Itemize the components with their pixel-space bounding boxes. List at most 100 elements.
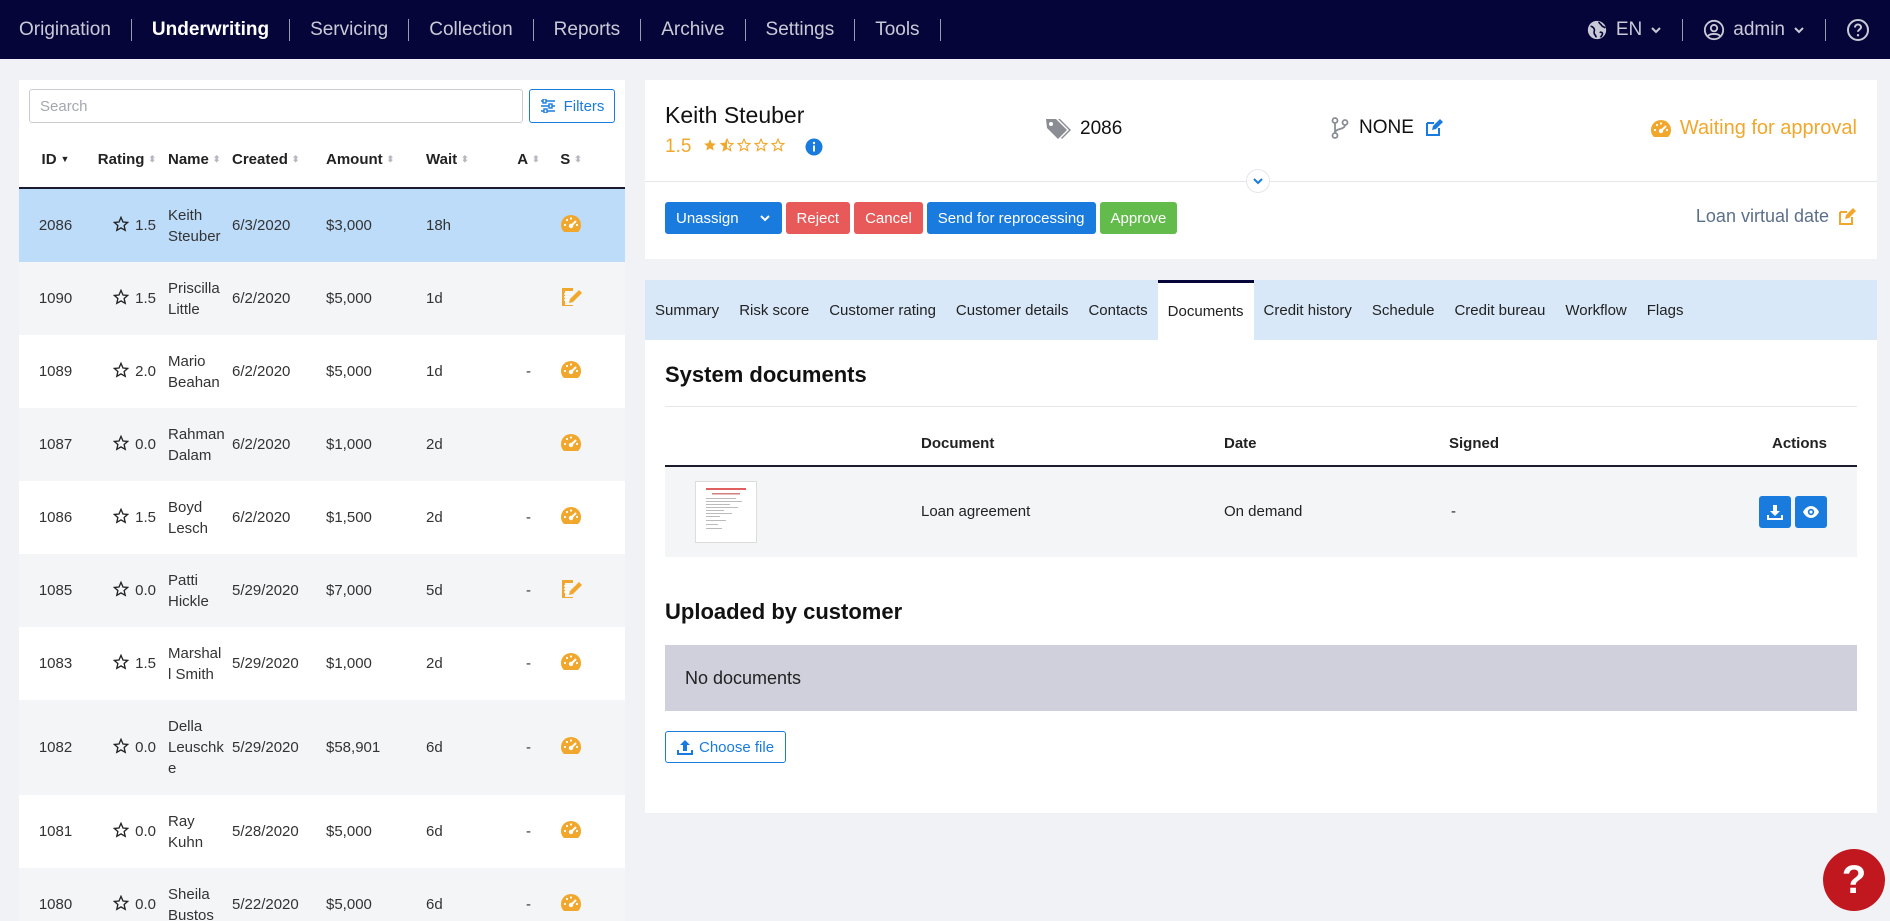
row-wait: 2d (426, 655, 443, 672)
tab-summary[interactable]: Summary (645, 280, 729, 340)
row-assignee: - (526, 823, 531, 840)
tab-risk-score[interactable]: Risk score (729, 280, 819, 340)
download-button[interactable] (1759, 496, 1791, 528)
row-name-line: Bustos (168, 906, 214, 921)
row-assignee: - (526, 655, 531, 672)
row-rating: 1.5 (92, 507, 156, 528)
row-status (551, 893, 591, 917)
nav-reports[interactable]: Reports (534, 18, 642, 41)
tab-flags[interactable]: Flags (1637, 280, 1694, 340)
table-row[interactable]: 1082 0.0 Della Leuschk e 5/29/2020 $58,901 6d - (19, 700, 625, 795)
nav-origination[interactable]: Origination (19, 18, 132, 41)
row-rating: 1.5 (92, 215, 156, 236)
info-icon[interactable] (805, 138, 823, 156)
nav-archive[interactable]: Archive (641, 18, 746, 41)
nav-underwriting[interactable]: Underwriting (132, 18, 291, 41)
table-row[interactable]: 1086 1.5 Boyd Lesch 6/2/2020 $1,500 2d - (19, 481, 625, 554)
tab-workflow[interactable]: Workflow (1555, 280, 1636, 340)
star-outline-icon (112, 215, 130, 236)
col-header-wait[interactable]: Wait ⬍ (426, 151, 506, 168)
table-row[interactable]: 1083 1.5 Marshal l Smith 5/29/2020 $1,000 2d - (19, 627, 625, 700)
language-dropdown[interactable]: EN (1566, 18, 1684, 41)
nav-right: EN admin (1566, 0, 1890, 59)
documents-table-header: Document Date Signed Actions (665, 420, 1857, 467)
col-header-amount[interactable]: Amount ⬍ (326, 151, 426, 168)
list-header: ID ▼ Rating ⬍ Name ⬍ Created ⬍ Amount ⬍ Wait ⬍… (19, 132, 625, 189)
star-icon (737, 136, 752, 158)
send-for-reprocessing-button[interactable]: Send for reprocessing (926, 202, 1096, 234)
tab-contacts[interactable]: Contacts (1078, 280, 1157, 340)
tab-customer-rating[interactable]: Customer rating (819, 280, 946, 340)
tab-credit-history[interactable]: Credit history (1254, 280, 1362, 340)
row-id: 1081 (38, 823, 73, 840)
row-amount: $3,000 (326, 217, 372, 234)
edit-icon (1839, 207, 1856, 225)
row-name-line: Beahan (168, 373, 220, 391)
help-button[interactable] (1826, 18, 1890, 42)
table-row[interactable]: 2086 1.5 Keith Steuber 6/3/2020 $3,000 18h (19, 189, 625, 262)
choose-file-button[interactable]: Choose file (665, 731, 787, 763)
application-list-panel: Filters ID▼ Rating⬍ Name⬍ Created⬍ Amoun… (19, 80, 625, 921)
col-header-name[interactable]: Name ⬍ (156, 149, 225, 170)
edit-icon[interactable] (1424, 118, 1444, 138)
search-input[interactable] (29, 89, 523, 123)
approve-button[interactable]: Approve (1099, 202, 1178, 234)
table-row[interactable]: 1089 2.0 Mario Beahan 6/2/2020 $5,000 1d - (19, 335, 625, 408)
nav-settings[interactable]: Settings (746, 18, 856, 41)
nav-collection[interactable]: Collection (409, 18, 534, 41)
cancel-button[interactable]: Cancel (854, 202, 923, 234)
star-outline-icon (112, 653, 130, 674)
col-date: Date (1224, 435, 1257, 452)
col-header-created[interactable]: Created ⬍ (225, 151, 326, 168)
globe-icon (1587, 20, 1607, 39)
row-wait: 6d (426, 739, 443, 756)
tab-schedule[interactable]: Schedule (1362, 280, 1445, 340)
row-id: 1085 (38, 582, 73, 599)
table-row[interactable]: 1080 0.0 Sheila Bustos 5/22/2020 $5,000 6d - (19, 868, 625, 921)
loan-virtual-date[interactable]: Loan virtual date (1696, 206, 1857, 227)
branch-icon (1331, 117, 1349, 139)
col-document: Document (921, 435, 995, 452)
document-thumbnail[interactable] (695, 481, 757, 543)
nav-tools[interactable]: Tools (855, 18, 941, 41)
gauge-icon (560, 893, 582, 917)
row-id: 1089 (38, 363, 73, 380)
loan-virtual-date-label: Loan virtual date (1695, 206, 1829, 226)
table-row[interactable]: 1081 0.0 Ray Kuhn 5/28/2020 $5,000 6d - (19, 795, 625, 868)
unassign-button[interactable]: Unassign (665, 202, 782, 234)
tab-documents[interactable]: Documents (1157, 280, 1254, 340)
view-button[interactable] (1795, 496, 1827, 528)
row-wait: 6d (426, 823, 443, 840)
help-fab-label: ? (1841, 857, 1867, 902)
section-divider (665, 406, 1857, 407)
row-name-line: Leuschk (168, 739, 224, 756)
col-header-id[interactable]: ID ▼ (19, 151, 92, 168)
table-row[interactable]: 1090 1.5 Priscilla Little 6/2/2020 $5,000 1d (19, 262, 625, 335)
unassign-dropdown-toggle[interactable] (753, 210, 771, 227)
help-fab-button[interactable]: ? (1823, 849, 1885, 911)
user-dropdown[interactable]: admin (1683, 18, 1826, 41)
row-assignee: - (526, 363, 531, 380)
table-row[interactable]: 1085 0.0 Patti Hickle 5/29/2020 $7,000 5d - (19, 554, 625, 627)
filters-button[interactable]: Filters (529, 89, 615, 123)
reject-button[interactable]: Reject (785, 202, 851, 234)
col-header-a[interactable]: A ⬍ (506, 151, 551, 168)
document-preview-icon (706, 488, 746, 529)
expand-header-button[interactable] (1246, 169, 1270, 193)
branch-block: NONE (1331, 117, 1444, 139)
col-header-s[interactable]: S ⬍ (551, 151, 591, 168)
row-assignee: - (526, 896, 531, 913)
filters-label: Filters (563, 97, 605, 115)
tab-customer-details[interactable]: Customer details (946, 280, 1079, 340)
table-row[interactable]: 1087 0.0 Rahman Dalam 6/2/2020 $1,000 2d (19, 408, 625, 481)
col-header-rating[interactable]: Rating ⬍ (92, 151, 156, 168)
row-assignee: - (526, 739, 531, 756)
nav-servicing[interactable]: Servicing (290, 18, 410, 41)
tab-credit-bureau[interactable]: Credit bureau (1444, 280, 1555, 340)
tags-icon (1046, 119, 1071, 139)
row-id: 1080 (38, 896, 73, 913)
row-wait: 2d (426, 509, 443, 526)
star-outline-icon (112, 434, 130, 455)
main-menu: Origination Underwriting Servicing Colle… (0, 18, 941, 41)
customer-name: Keith Steuber (665, 102, 805, 128)
